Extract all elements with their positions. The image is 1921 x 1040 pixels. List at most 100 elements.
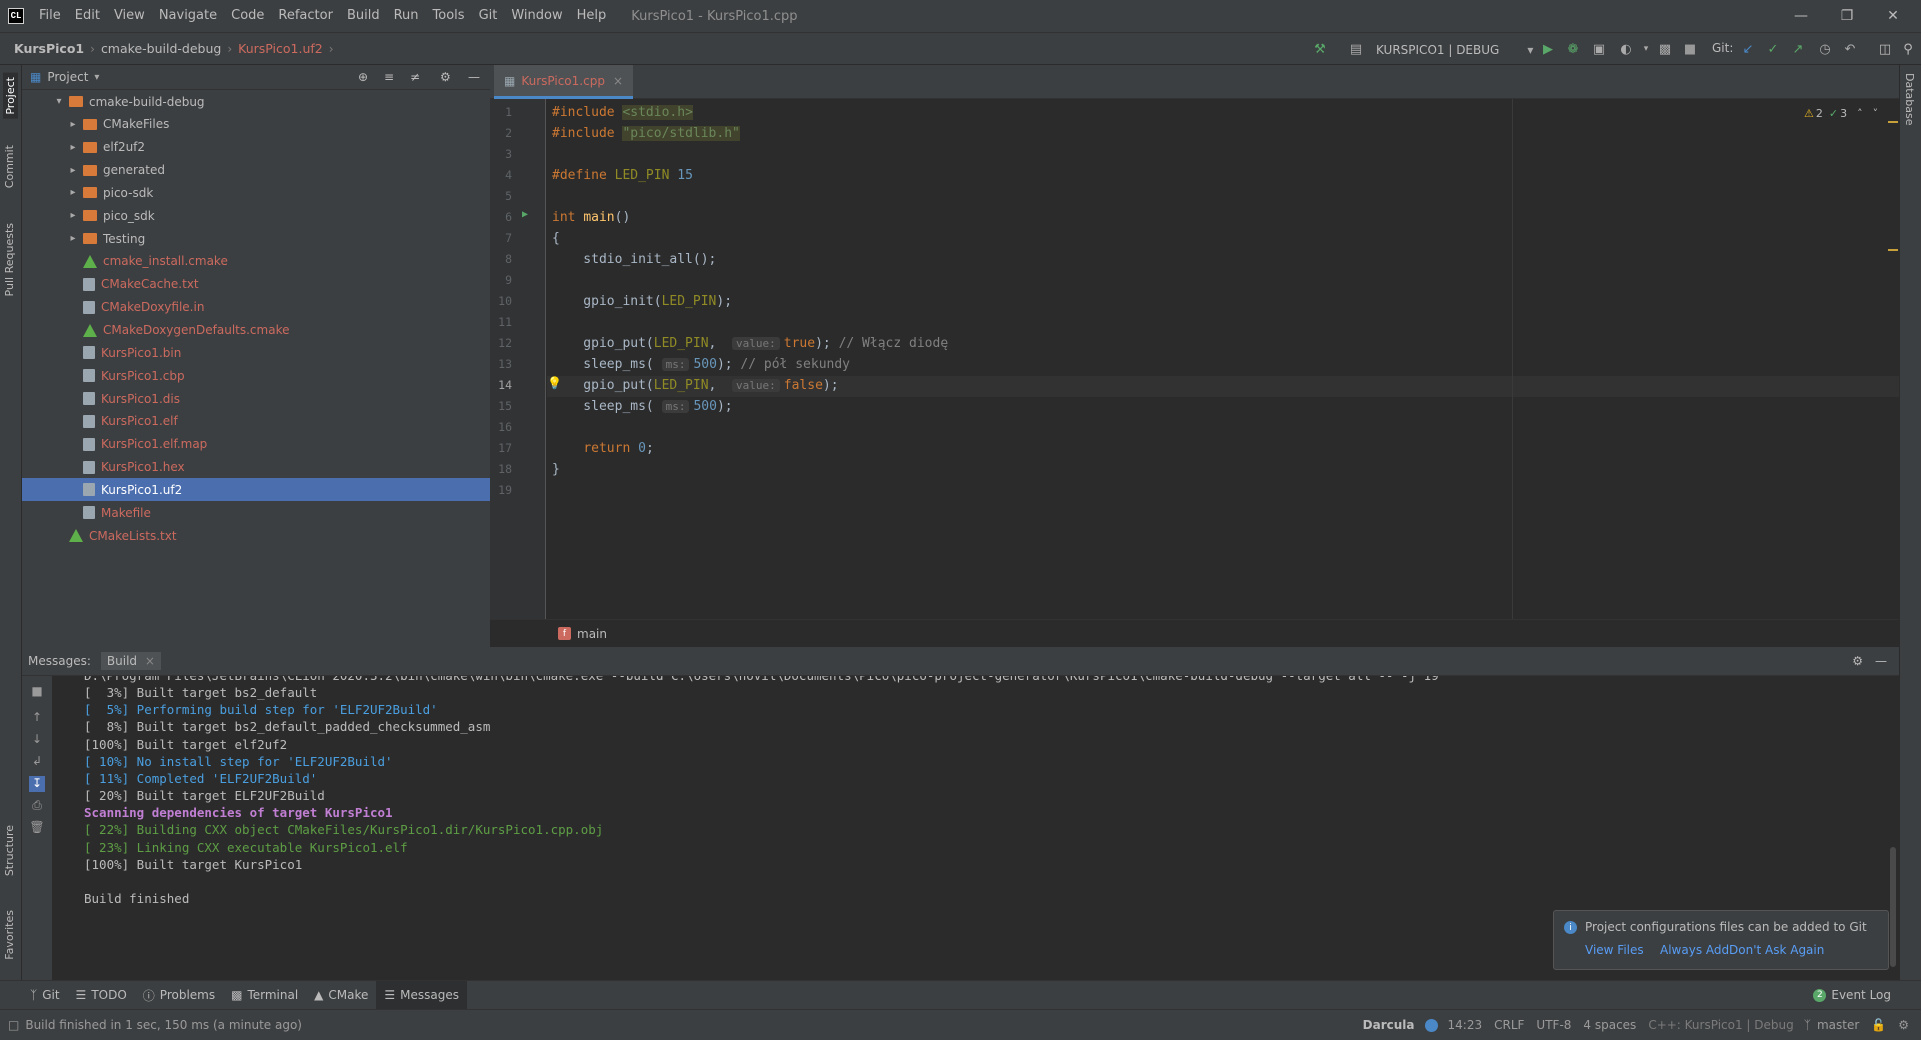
- git-commit-icon[interactable]: ✓: [1763, 39, 1783, 59]
- breadcrumb-file[interactable]: KursPico1.uf2: [236, 41, 325, 56]
- tree-item[interactable]: ▸ Testing: [22, 227, 490, 250]
- git-branch[interactable]: master: [1811, 1018, 1865, 1032]
- menu-build[interactable]: Build: [340, 0, 387, 32]
- tree-item[interactable]: KursPico1.elf: [22, 410, 490, 433]
- status-message[interactable]: Build finished in 1 sec, 150 ms (a minut…: [19, 1018, 308, 1032]
- tool-tab-messages[interactable]: ☰ Messages: [376, 980, 468, 1010]
- inspection-widget[interactable]: ⚠ 2 ✓ 3 ˄ ˅: [1804, 107, 1878, 120]
- scroll-to-end-icon[interactable]: ↧: [29, 776, 45, 792]
- menu-help[interactable]: Help: [570, 0, 614, 32]
- tree-item[interactable]: KursPico1.dis: [22, 387, 490, 410]
- event-log-button[interactable]: 2 Event Log: [1805, 981, 1899, 1010]
- tree-item[interactable]: Makefile: [22, 501, 490, 524]
- close-icon[interactable]: ✕: [1870, 0, 1916, 32]
- tool-tab-structure[interactable]: Structure: [3, 825, 16, 876]
- editor-tab-kurspico1-cpp[interactable]: ▦ KursPico1.cpp ×: [494, 65, 633, 99]
- run-gutter-icon[interactable]: ▶: [522, 209, 528, 220]
- code-editor[interactable]: 1 #include <stdio.h> 2 #include "pico/st…: [490, 99, 1899, 619]
- menu-navigate[interactable]: Navigate: [152, 0, 224, 32]
- trash-icon[interactable]: 🗑: [29, 820, 45, 836]
- chevron-right-icon[interactable]: ▸: [66, 119, 80, 130]
- tree-item[interactable]: ▸ elf2uf2: [22, 136, 490, 159]
- project-panel-title[interactable]: Project: [47, 70, 88, 84]
- chevron-down-icon[interactable]: ▾: [52, 96, 66, 107]
- chevron-right-icon[interactable]: ▸: [66, 142, 80, 153]
- tree-item[interactable]: CMakeDoxygenDefaults.cmake: [22, 319, 490, 342]
- tree-item[interactable]: CMakeLists.txt: [22, 524, 490, 547]
- minimize-icon[interactable]: —: [1778, 0, 1824, 32]
- coverage-icon[interactable]: ▣: [1589, 39, 1609, 59]
- file-encoding[interactable]: UTF-8: [1530, 1018, 1577, 1032]
- tree-item[interactable]: CMakeDoxyfile.in: [22, 296, 490, 319]
- tool-tab-favorites[interactable]: Favorites: [3, 910, 16, 960]
- close-tab-icon[interactable]: ×: [613, 74, 623, 88]
- expand-all-icon[interactable]: ≡: [384, 70, 394, 84]
- tool-tab-terminal[interactable]: ▩ Terminal: [223, 981, 306, 1010]
- lock-icon[interactable]: 🔓: [1865, 1018, 1892, 1032]
- locate-icon[interactable]: ⊕: [358, 70, 368, 84]
- run-configuration-select[interactable]: KURSPICO1 | DEBUG ▾: [1376, 39, 1533, 60]
- breadcrumb-function[interactable]: main: [577, 627, 607, 641]
- view-files-link[interactable]: View Files: [1585, 943, 1644, 957]
- breadcrumb-folder[interactable]: cmake-build-debug: [99, 41, 223, 56]
- tree-item[interactable]: CMakeCache.txt: [22, 273, 490, 296]
- tool-tab-problems[interactable]: ⓘ Problems: [135, 981, 223, 1010]
- close-tab-icon[interactable]: ×: [145, 654, 155, 668]
- search-icon[interactable]: ⚲: [1898, 39, 1918, 59]
- tree-item[interactable]: ▸ pico-sdk: [22, 181, 490, 204]
- tree-item[interactable]: ▾ cmake-build-debug: [22, 90, 490, 113]
- tool-tab-commit[interactable]: Commit: [3, 145, 16, 188]
- chevron-down-icon[interactable]: ▾: [1636, 39, 1656, 59]
- build-hammer-icon[interactable]: ⚒: [1310, 39, 1330, 59]
- tree-item[interactable]: KursPico1.uf2: [22, 478, 490, 502]
- chevron-down-icon[interactable]: ▾: [94, 72, 99, 83]
- menu-git[interactable]: Git: [472, 0, 505, 32]
- tool-tab-database[interactable]: Database: [1903, 73, 1916, 126]
- theme-label[interactable]: Darcula: [1357, 1018, 1421, 1032]
- breadcrumb-project[interactable]: KursPico1: [12, 41, 86, 56]
- caret-position[interactable]: 14:23: [1442, 1018, 1489, 1032]
- print-icon[interactable]: ⎙: [29, 798, 45, 814]
- chevron-right-icon[interactable]: ▸: [66, 187, 80, 198]
- resolve-context[interactable]: C++: KursPico1 | Debug: [1642, 1018, 1799, 1032]
- tool-tab-git[interactable]: ᛉ Git: [22, 981, 68, 1010]
- build-tab[interactable]: Build ×: [100, 652, 161, 670]
- tree-item[interactable]: KursPico1.elf.map: [22, 433, 490, 456]
- arrow-down-icon[interactable]: ↓: [29, 732, 45, 748]
- gear-icon[interactable]: ⚙: [440, 70, 451, 84]
- menu-window[interactable]: Window: [504, 0, 569, 32]
- git-update-icon[interactable]: ↙: [1738, 39, 1758, 59]
- output-scrollbar[interactable]: [1890, 847, 1896, 967]
- error-stripe-mark[interactable]: [1888, 249, 1898, 251]
- tool-tab-pull-requests[interactable]: Pull Requests: [3, 223, 16, 296]
- dont-ask-again-link[interactable]: Don't Ask Again: [1729, 943, 1824, 957]
- chevron-up-icon[interactable]: ˄: [1857, 107, 1863, 120]
- collapse-all-icon[interactable]: ≠: [410, 70, 420, 84]
- panel-toggle-icon[interactable]: □: [8, 1018, 19, 1032]
- menu-tools[interactable]: Tools: [426, 0, 472, 32]
- profile-icon[interactable]: ◐: [1616, 39, 1636, 59]
- hide-panel-icon[interactable]: —: [1875, 654, 1887, 668]
- menu-file[interactable]: File: [32, 0, 68, 32]
- tree-item[interactable]: cmake_install.cmake: [22, 250, 490, 273]
- inspector-icon[interactable]: ⚙: [1892, 1018, 1915, 1032]
- attach-icon[interactable]: ▩: [1655, 39, 1675, 59]
- soft-wrap-icon[interactable]: ↲: [29, 754, 45, 770]
- menu-refactor[interactable]: Refactor: [271, 0, 340, 32]
- tree-item[interactable]: ▸ CMakeFiles: [22, 113, 490, 136]
- menu-edit[interactable]: Edit: [68, 0, 107, 32]
- menu-run[interactable]: Run: [387, 0, 426, 32]
- debug-icon[interactable]: ❁: [1563, 39, 1583, 59]
- tree-item[interactable]: KursPico1.bin: [22, 341, 490, 364]
- menu-code[interactable]: Code: [224, 0, 271, 32]
- tree-item[interactable]: KursPico1.hex: [22, 456, 490, 479]
- chevron-down-icon[interactable]: ˅: [1873, 107, 1879, 120]
- arrow-up-icon[interactable]: ↑: [29, 710, 45, 726]
- tree-item[interactable]: ▸ generated: [22, 159, 490, 182]
- stop-icon[interactable]: ■: [29, 684, 45, 700]
- menu-view[interactable]: View: [107, 0, 152, 32]
- indent-setting[interactable]: 4 spaces: [1577, 1018, 1642, 1032]
- tool-tab-todo[interactable]: ☰ TODO: [68, 981, 135, 1010]
- rollback-icon[interactable]: ↶: [1840, 39, 1860, 59]
- gear-icon[interactable]: ⚙: [1852, 654, 1863, 668]
